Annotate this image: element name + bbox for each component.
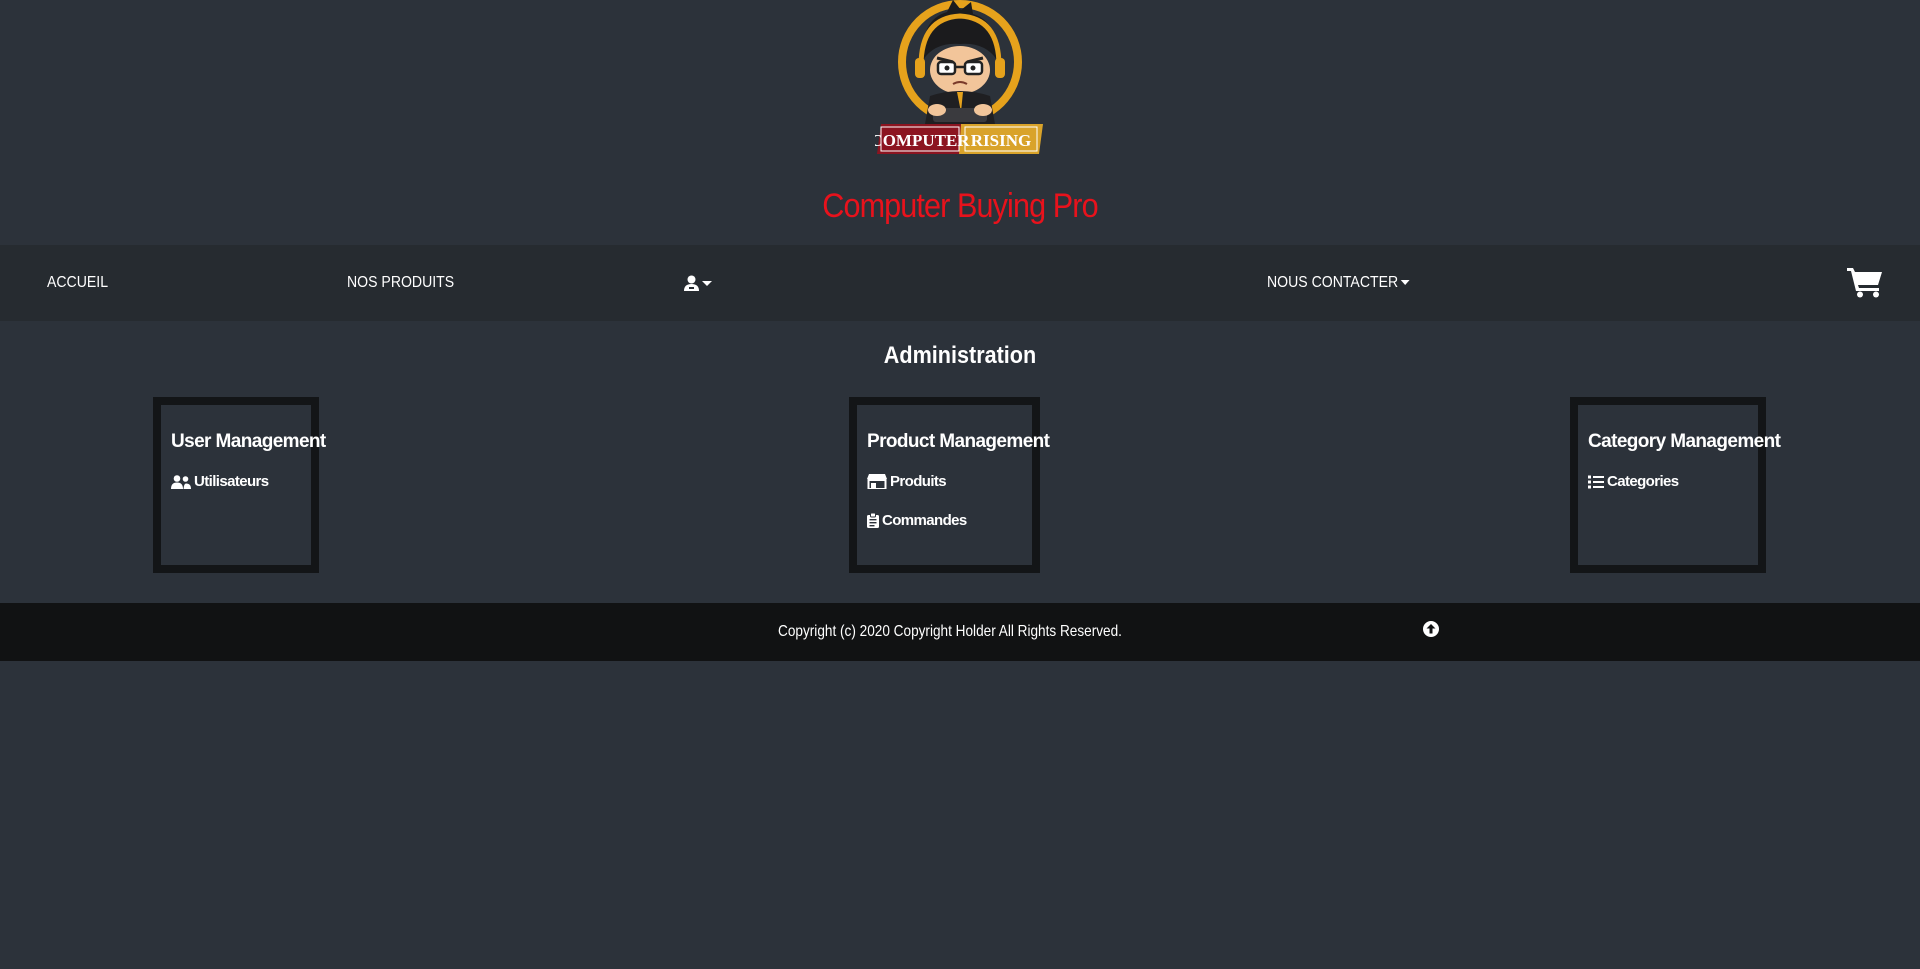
categories-link-label: Categories	[1607, 473, 1679, 490]
product-management-card: Product Management Produits Commandes	[849, 397, 1050, 573]
main-navbar: ACCUEIL NOS PRODUITS NOUS CONTACTER	[0, 245, 1920, 321]
nav-contact-dropdown[interactable]: NOUS CONTACTER	[1267, 245, 1410, 321]
user-management-card: User Management Utilisateurs	[153, 397, 326, 573]
logo-text-right: RISING	[971, 131, 1031, 150]
nav-home-link[interactable]: ACCUEIL	[47, 245, 108, 321]
user-icon	[684, 275, 699, 291]
categories-link[interactable]: Categories	[1588, 473, 1679, 490]
nav-contact-label: NOUS CONTACTER	[1267, 274, 1399, 291]
user-menu-dropdown[interactable]	[684, 245, 712, 321]
nav-products-link[interactable]: NOS PRODUITS	[347, 245, 454, 321]
arrow-up-circle-icon[interactable]	[1422, 620, 1440, 638]
users-link[interactable]: Utilisateurs	[171, 473, 269, 490]
card-title: Category Management	[1588, 431, 1781, 452]
orders-link[interactable]: Commandes	[867, 512, 967, 529]
site-header: COMPUTER RISING Computer Buying Pro	[0, 0, 1920, 245]
page-title: Administration	[883, 342, 1037, 369]
category-management-card: Category Management Categories	[1570, 397, 1781, 573]
card-title: Product Management	[867, 431, 1050, 452]
store-icon	[867, 474, 887, 489]
shopping-cart-icon[interactable]	[1847, 266, 1883, 298]
card-title: User Management	[171, 431, 326, 452]
products-link-label: Produits	[890, 473, 947, 490]
site-title: Computer Buying Pro	[822, 187, 1098, 225]
users-link-label: Utilisateurs	[194, 473, 269, 490]
users-icon	[171, 474, 191, 489]
orders-link-label: Commandes	[882, 512, 967, 529]
products-link[interactable]: Produits	[867, 473, 947, 490]
list-icon	[1588, 475, 1604, 488]
computer-rising-logo[interactable]: COMPUTER RISING	[875, 0, 1045, 155]
site-footer: Copyright (c) 2020 Copyright Holder All …	[0, 603, 1920, 661]
copyright-text: Copyright (c) 2020 Copyright Holder All …	[778, 623, 1122, 640]
clipboard-icon	[867, 513, 879, 528]
logo-text-left: COMPUTER	[875, 131, 970, 150]
chevron-down-icon	[702, 280, 712, 286]
chevron-down-icon	[1400, 280, 1410, 286]
